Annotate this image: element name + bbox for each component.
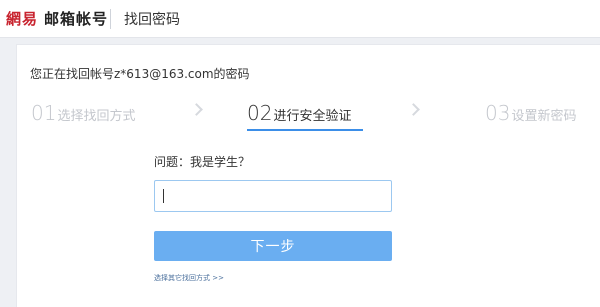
text-caret — [163, 189, 164, 203]
step-2-number: 02 — [247, 101, 273, 125]
answer-input[interactable] — [154, 180, 392, 212]
step-3: 03 设置新密码 — [485, 101, 576, 125]
chevron-right-icon — [407, 103, 420, 116]
step-3-number: 03 — [485, 101, 511, 125]
active-step-underline — [247, 129, 363, 131]
account-info: 您正在找回帐号z*613@163.com的密码 — [30, 67, 250, 81]
security-question: 问题：我是学生？ — [154, 155, 251, 169]
step-2-label: 进行安全验证 — [273, 109, 352, 124]
step-1: 01 选择找回方式 — [31, 101, 135, 125]
chevron-right-icon — [190, 103, 203, 116]
step-1-number: 01 — [31, 101, 57, 125]
recovery-card: 您正在找回帐号z*613@163.com的密码 01 选择找回方式 02 进行安… — [16, 44, 600, 307]
top-header: 網易 邮箱帐号 找回密码 — [0, 0, 600, 38]
other-methods-link[interactable]: 选择其它找回方式 >> — [154, 273, 224, 283]
next-step-button[interactable]: 下一步 — [154, 231, 392, 261]
page-title: 找回密码 — [124, 12, 180, 28]
step-3-label: 设置新密码 — [511, 109, 577, 124]
logo-text: 邮箱帐号 — [44, 9, 109, 28]
netease-logo[interactable]: 網易 邮箱帐号 — [6, 6, 108, 30]
step-indicator: 01 选择找回方式 02 进行安全验证 03 设置新密码 — [17, 101, 600, 131]
step-1-label: 选择找回方式 — [57, 109, 136, 124]
logo-mark: 網易 — [6, 9, 39, 28]
header-divider — [110, 9, 111, 29]
step-2: 02 进行安全验证 — [247, 101, 351, 125]
